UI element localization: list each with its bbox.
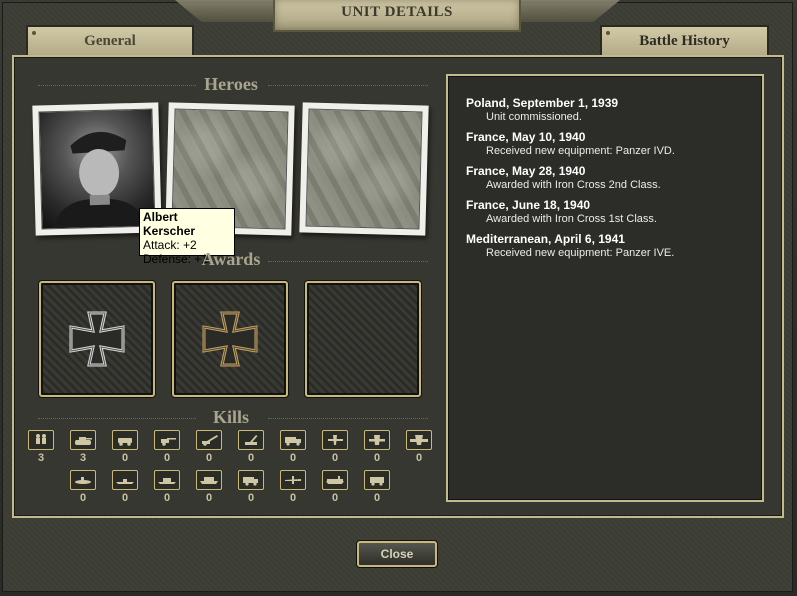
kill-count: 0 (121, 452, 129, 464)
award-slot-2[interactable] (172, 281, 288, 397)
hero-empty-slot (305, 108, 423, 230)
history-place: France, May 28, 1940 (466, 164, 586, 178)
aircraft-icon (280, 470, 306, 490)
kill-train[interactable]: 0 (363, 470, 391, 504)
kill-tank[interactable]: 3 (69, 430, 97, 464)
window-title: UNIT DETAILS (341, 3, 453, 20)
history-entry: Mediterranean, April 6, 1941 Received ne… (466, 232, 762, 259)
history-desc: Unit commissioned. (486, 111, 582, 123)
anti-tank-icon (154, 430, 180, 450)
tab-battle-history[interactable]: Battle History (600, 25, 769, 55)
battleship-icon (196, 470, 222, 490)
kill-destroyer[interactable]: 0 (111, 470, 139, 504)
kill-count: 0 (331, 492, 339, 504)
kill-count: 0 (415, 452, 423, 464)
kill-anti-tank[interactable]: 0 (153, 430, 181, 464)
kill-count: 0 (247, 492, 255, 504)
history-entry: Poland, September 1, 1939 Unit commissio… (466, 96, 762, 123)
kill-transport[interactable]: 0 (279, 430, 307, 464)
kill-cruiser[interactable]: 0 (153, 470, 181, 504)
tab-nail-icon (32, 31, 36, 35)
kill-count: 0 (331, 452, 339, 464)
divider (38, 85, 196, 86)
iron-cross-icon (202, 311, 258, 367)
fighter-icon (322, 430, 348, 450)
kill-count: 0 (79, 492, 87, 504)
battle-history-panel: Poland, September 1, 1939 Unit commissio… (446, 74, 764, 502)
kill-anti-air[interactable]: 0 (237, 430, 265, 464)
history-place: France, June 18, 1940 (466, 198, 591, 212)
heroes-title: Heroes (204, 74, 258, 94)
kill-count: 0 (289, 492, 297, 504)
tab-general[interactable]: General (26, 25, 194, 55)
kill-count: 0 (373, 492, 381, 504)
kill-count: 0 (205, 492, 213, 504)
kill-count: 0 (163, 452, 171, 464)
kill-infantry[interactable]: 3 (27, 430, 55, 464)
cruiser-icon (154, 470, 180, 490)
hero-portrait (38, 108, 156, 230)
kill-aircraft[interactable]: 0 (279, 470, 307, 504)
award-slot-1[interactable] (39, 281, 155, 397)
divider (268, 261, 428, 262)
tab-battle-history-label: Battle History (639, 32, 730, 49)
tab-general-label: General (84, 32, 136, 49)
artillery-icon (196, 430, 222, 450)
hero-card-3[interactable] (299, 102, 429, 236)
divider (268, 85, 428, 86)
close-button[interactable]: Close (357, 541, 437, 567)
recon-icon (112, 430, 138, 450)
kill-submarine[interactable]: 0 (69, 470, 97, 504)
title-plate: UNIT DETAILS (273, 0, 521, 32)
carrier-icon (322, 470, 348, 490)
kill-count: 0 (163, 492, 171, 504)
kill-count: 0 (121, 492, 129, 504)
kill-artillery[interactable]: 0 (195, 430, 223, 464)
history-desc: Received new equipment: Panzer IVE. (486, 247, 675, 259)
tactical-bomber-icon (364, 430, 390, 450)
history-entry: France, May 28, 1940 Awarded with Iron C… (466, 164, 762, 191)
kill-recon[interactable]: 0 (111, 430, 139, 464)
kill-fighter[interactable]: 0 (321, 430, 349, 464)
kill-count: 0 (247, 452, 255, 464)
kill-carrier[interactable]: 0 (321, 470, 349, 504)
history-entry: France, May 10, 1940 Received new equipm… (466, 130, 762, 157)
destroyer-icon (112, 470, 138, 490)
tank-icon (70, 430, 96, 450)
kill-count: 3 (37, 452, 45, 464)
history-place: Poland, September 1, 1939 (466, 96, 619, 110)
anti-air-icon (238, 430, 264, 450)
history-desc: Awarded with Iron Cross 1st Class. (486, 213, 657, 225)
truck-icon (238, 470, 264, 490)
tooltip-hero-name: Albert Kerscher (143, 210, 196, 238)
transport-icon (280, 430, 306, 450)
kill-strategic-bomber[interactable]: 0 (405, 430, 433, 464)
kill-count: 0 (205, 452, 213, 464)
kills-title: Kills (212, 407, 249, 427)
kill-tactical-bomber[interactable]: 0 (363, 430, 391, 464)
iron-cross-icon (69, 311, 125, 367)
history-desc: Received new equipment: Panzer IVD. (486, 145, 675, 157)
submarine-icon (70, 470, 96, 490)
train-icon (364, 470, 390, 490)
kill-count: 0 (373, 452, 381, 464)
history-place: France, May 10, 1940 (466, 130, 586, 144)
soldier-portrait-icon (52, 131, 147, 229)
tab-nail-icon (606, 31, 610, 35)
history-place: Mediterranean, April 6, 1941 (466, 232, 625, 246)
divider (38, 418, 196, 419)
divider (268, 418, 428, 419)
award-slot-3[interactable] (305, 281, 421, 397)
history-entry: France, June 18, 1940 Awarded with Iron … (466, 198, 762, 225)
strategic-bomber-icon (406, 430, 432, 450)
kill-battleship[interactable]: 0 (195, 470, 223, 504)
kill-count: 3 (79, 452, 87, 464)
awards-title: Awards (201, 249, 261, 269)
history-desc: Awarded with Iron Cross 2nd Class. (486, 179, 661, 191)
kill-truck[interactable]: 0 (237, 470, 265, 504)
infantry-icon (28, 430, 54, 450)
kill-count: 0 (289, 452, 297, 464)
